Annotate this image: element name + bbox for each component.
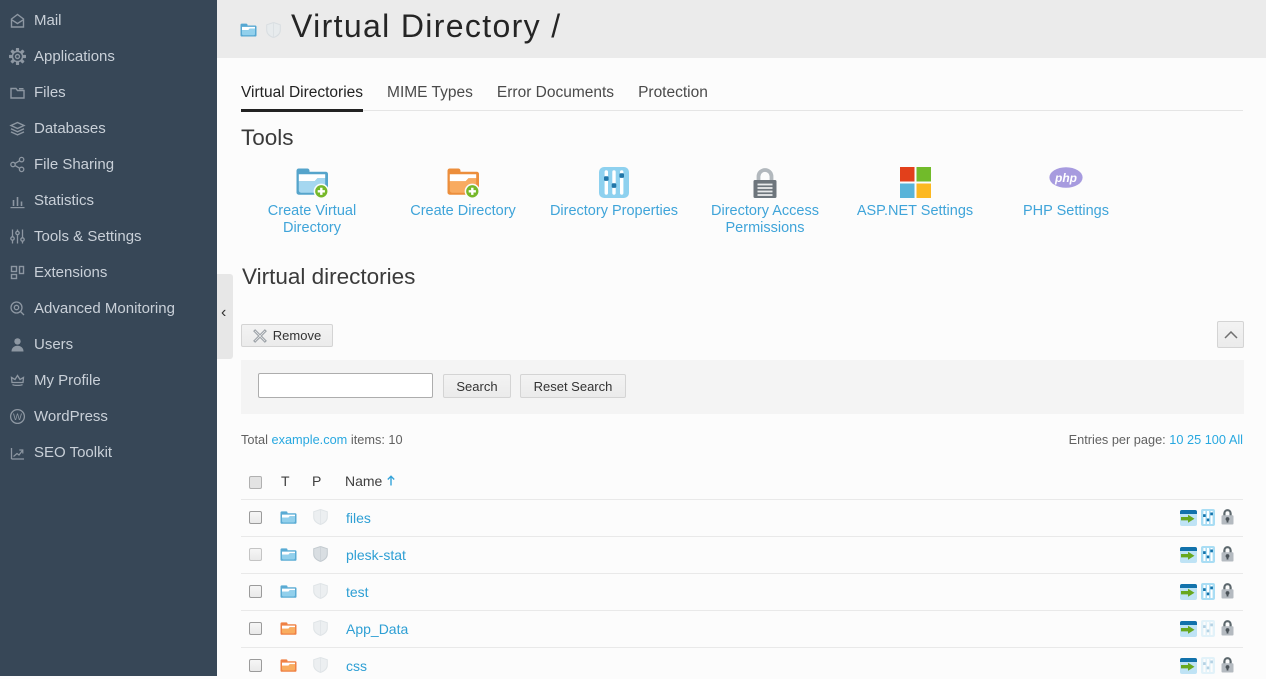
svg-text:php: php [1054,171,1077,185]
svg-text:W: W [13,411,22,422]
